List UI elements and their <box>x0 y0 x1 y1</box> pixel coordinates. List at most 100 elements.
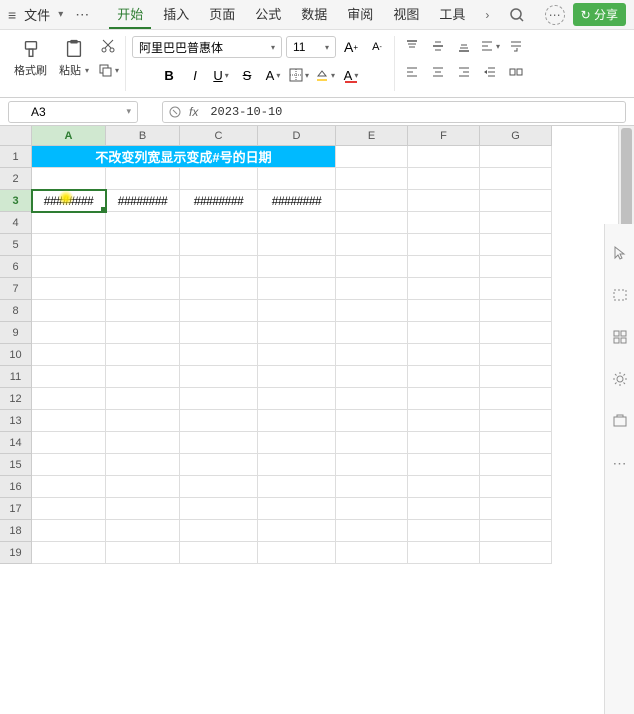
font-name-select[interactable]: 阿里巴巴普惠体▾ <box>132 36 282 58</box>
cell-F17[interactable] <box>408 498 480 520</box>
cell-B16[interactable] <box>106 476 180 498</box>
cell-D5[interactable] <box>258 234 336 256</box>
column-header-B[interactable]: B <box>106 126 180 146</box>
cell-E14[interactable] <box>336 432 408 454</box>
cell-B11[interactable] <box>106 366 180 388</box>
tab-3[interactable]: 公式 <box>247 0 289 29</box>
search-icon[interactable] <box>509 7 525 23</box>
cell-G17[interactable] <box>480 498 552 520</box>
cell-B7[interactable] <box>106 278 180 300</box>
cell-E6[interactable] <box>336 256 408 278</box>
row-header-16[interactable]: 16 <box>0 476 32 498</box>
cell-A11[interactable] <box>32 366 106 388</box>
cell-F15[interactable] <box>408 454 480 476</box>
cell-G9[interactable] <box>480 322 552 344</box>
align-bottom-button[interactable] <box>453 36 475 56</box>
cell-G13[interactable] <box>480 410 552 432</box>
font-size-select[interactable]: 11▾ <box>286 36 336 58</box>
align-middle-button[interactable] <box>427 36 449 56</box>
row-header-12[interactable]: 12 <box>0 388 32 410</box>
properties-icon[interactable] <box>611 328 629 346</box>
cell-A7[interactable] <box>32 278 106 300</box>
cell-D12[interactable] <box>258 388 336 410</box>
file-menu-dropdown-icon[interactable]: ▾ <box>58 9 63 20</box>
strikethrough-button[interactable]: S <box>236 64 258 86</box>
cell-C10[interactable] <box>180 344 258 366</box>
cell-G5[interactable] <box>480 234 552 256</box>
cell-F5[interactable] <box>408 234 480 256</box>
column-header-E[interactable]: E <box>336 126 408 146</box>
font-color-button[interactable]: A▾ <box>340 64 362 86</box>
increase-font-button[interactable]: A+ <box>340 36 362 58</box>
cell-C18[interactable] <box>180 520 258 542</box>
cell-D15[interactable] <box>258 454 336 476</box>
cell-E4[interactable] <box>336 212 408 234</box>
cell-E17[interactable] <box>336 498 408 520</box>
cell-E16[interactable] <box>336 476 408 498</box>
selection-pane-icon[interactable] <box>611 286 629 304</box>
cell-D11[interactable] <box>258 366 336 388</box>
cell-E13[interactable] <box>336 410 408 432</box>
font-effects-button[interactable]: A▾ <box>262 64 284 86</box>
cell-F6[interactable] <box>408 256 480 278</box>
cell-C14[interactable] <box>180 432 258 454</box>
row-header-3[interactable]: 3 <box>0 190 32 212</box>
cell-F2[interactable] <box>408 168 480 190</box>
cell-E9[interactable] <box>336 322 408 344</box>
cell-B12[interactable] <box>106 388 180 410</box>
cell-C9[interactable] <box>180 322 258 344</box>
cell-A1[interactable]: 不改变列宽显示变成#号的日期 <box>32 146 336 168</box>
cell-A15[interactable] <box>32 454 106 476</box>
cell-F10[interactable] <box>408 344 480 366</box>
cell-E10[interactable] <box>336 344 408 366</box>
cell-B8[interactable] <box>106 300 180 322</box>
cell-G19[interactable] <box>480 542 552 564</box>
cell-A10[interactable] <box>32 344 106 366</box>
cell-D4[interactable] <box>258 212 336 234</box>
cell-B3[interactable]: ######## <box>106 190 180 212</box>
merge-button[interactable] <box>505 62 527 82</box>
cell-G15[interactable] <box>480 454 552 476</box>
column-header-D[interactable]: D <box>258 126 336 146</box>
cell-D2[interactable] <box>258 168 336 190</box>
cell-F19[interactable] <box>408 542 480 564</box>
cell-C11[interactable] <box>180 366 258 388</box>
cell-C12[interactable] <box>180 388 258 410</box>
cell-G12[interactable] <box>480 388 552 410</box>
cell-A18[interactable] <box>32 520 106 542</box>
cell-G1[interactable] <box>480 146 552 168</box>
cell-G4[interactable] <box>480 212 552 234</box>
paste-button[interactable]: 粘贴▾ <box>55 36 93 80</box>
wrap-text-button[interactable] <box>505 36 527 56</box>
cell-A2[interactable] <box>32 168 106 190</box>
cell-D8[interactable] <box>258 300 336 322</box>
fx-icon[interactable]: fx <box>189 105 198 119</box>
cell-C13[interactable] <box>180 410 258 432</box>
cell-F8[interactable] <box>408 300 480 322</box>
cell-C2[interactable] <box>180 168 258 190</box>
formula-input[interactable]: 2023-10-10 <box>206 105 619 119</box>
cell-B18[interactable] <box>106 520 180 542</box>
cell-A12[interactable] <box>32 388 106 410</box>
italic-button[interactable]: I <box>184 64 206 86</box>
cell-F14[interactable] <box>408 432 480 454</box>
cell-E2[interactable] <box>336 168 408 190</box>
file-menu[interactable]: 文件 <box>24 5 50 24</box>
cell-F18[interactable] <box>408 520 480 542</box>
row-header-13[interactable]: 13 <box>0 410 32 432</box>
cell-C4[interactable] <box>180 212 258 234</box>
cell-D13[interactable] <box>258 410 336 432</box>
cell-F16[interactable] <box>408 476 480 498</box>
cut-button[interactable] <box>97 36 119 56</box>
cell-F11[interactable] <box>408 366 480 388</box>
bold-button[interactable]: B <box>158 64 180 86</box>
cell-F12[interactable] <box>408 388 480 410</box>
menu-icon[interactable]: ≡ <box>8 7 16 23</box>
cell-G18[interactable] <box>480 520 552 542</box>
tab-2[interactable]: 页面 <box>201 0 243 29</box>
format-painter-button[interactable]: 格式刷 <box>10 36 51 80</box>
cell-A5[interactable] <box>32 234 106 256</box>
cell-B17[interactable] <box>106 498 180 520</box>
cell-D9[interactable] <box>258 322 336 344</box>
cell-A13[interactable] <box>32 410 106 432</box>
